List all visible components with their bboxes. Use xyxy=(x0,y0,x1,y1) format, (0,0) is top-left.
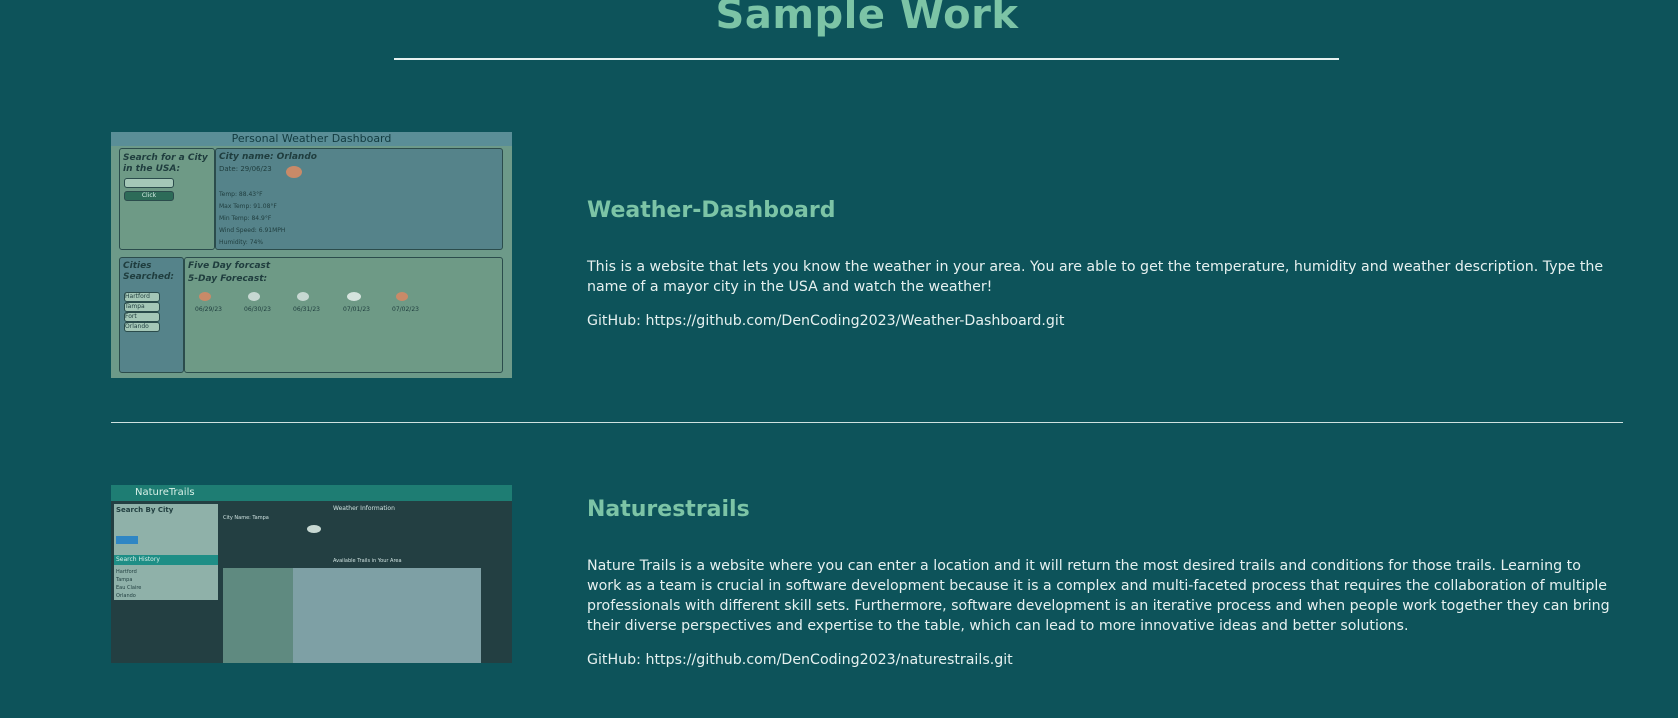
search-button-mock xyxy=(116,536,138,544)
city-label: City Name: Tampa xyxy=(223,515,269,521)
forecast-day: 06/31/23 xyxy=(293,306,320,313)
forecast-day: 07/01/23 xyxy=(343,306,370,313)
weather-info-panel: Weather Information City Name: Tampa Ava… xyxy=(223,503,503,564)
current-weather-panel: City name: Orlando Date: 29/06/23 Temp: … xyxy=(215,148,503,250)
city-item: Fort Sanford xyxy=(124,312,160,328)
history-label: Search History xyxy=(116,556,160,563)
history-item: Tampa xyxy=(116,577,133,583)
screenshot-header: Personal Weather Dashboard xyxy=(111,132,512,146)
temp-label: Temp: 88.43°F xyxy=(219,191,263,198)
github-link[interactable]: GitHub: https://github.com/DenCoding2023… xyxy=(587,650,1013,670)
forecast-day: 07/02/23 xyxy=(392,306,419,313)
city-item: Hartford xyxy=(124,292,160,302)
project-description: Nature Trails is a website where you can… xyxy=(587,558,1610,634)
min-temp-label: Min Temp: 84.9°F xyxy=(219,215,272,222)
forecast-day: 06/29/23 xyxy=(195,306,222,313)
city-item: Tampa xyxy=(124,302,160,312)
cloud-icon xyxy=(248,292,260,301)
history-bar: Search History xyxy=(114,555,218,565)
search-input-mock xyxy=(124,178,174,188)
project-title: Weather-Dashboard xyxy=(587,198,836,223)
forecast-panel: Five Day forcast 5-Day Forecast: 06/29/2… xyxy=(184,257,503,373)
cloud-icon xyxy=(307,525,321,533)
max-temp-label: Max Temp: 91.08°F xyxy=(219,203,277,210)
cities-label: Cities Searched: xyxy=(123,261,174,282)
sun-icon xyxy=(199,292,211,301)
weather-title: Weather Information xyxy=(333,505,395,512)
date-label: Date: 29/06/23 xyxy=(219,165,272,173)
history-item: Eau Claire xyxy=(116,585,142,591)
trails-list xyxy=(223,568,293,663)
section-divider xyxy=(111,422,1623,423)
humidity-label: Humidity: 74% xyxy=(219,239,264,246)
wind-label: Wind Speed: 6.91MPH xyxy=(219,227,286,234)
search-label: Search for a City in the USA: xyxy=(123,153,208,174)
screenshot-header: NatureTrails xyxy=(111,485,512,501)
search-panel: Search for a City in the USA: Click xyxy=(119,148,215,250)
city-item: Orlando xyxy=(124,322,160,332)
project-title: Naturestrails xyxy=(587,497,750,522)
cloud-icon xyxy=(297,292,309,301)
weather-dashboard-screenshot: Personal Weather Dashboard Search for a … xyxy=(111,132,512,378)
forecast-subtitle: 5-Day Forecast: xyxy=(188,274,268,284)
city-name-label: City name: Orlando xyxy=(219,152,317,162)
cloud-icon xyxy=(347,292,361,301)
forecast-day: 06/30/23 xyxy=(244,306,271,313)
click-button-mock: Click xyxy=(124,191,174,201)
forecast-title: Five Day forcast xyxy=(188,261,271,271)
title-divider xyxy=(394,58,1339,60)
github-link[interactable]: GitHub: https://github.com/DenCoding2023… xyxy=(587,311,1064,331)
search-label: Search By City xyxy=(116,506,174,514)
project-description: This is a website that lets you know the… xyxy=(587,259,1604,295)
trails-title: Available Trails in Your Area xyxy=(333,558,402,564)
page-title: Sample Work xyxy=(715,0,1019,38)
sun-icon xyxy=(396,292,408,301)
naturestrails-screenshot: NatureTrails Search By City Search Histo… xyxy=(111,485,512,663)
history-item: Orlando xyxy=(116,593,136,599)
sun-icon xyxy=(286,166,302,178)
cities-panel: Cities Searched: Hartford Tampa Fort San… xyxy=(119,257,184,373)
history-item: Hartford xyxy=(116,569,137,575)
history-list: Hartford Tampa Eau Claire Orlando xyxy=(116,568,141,600)
